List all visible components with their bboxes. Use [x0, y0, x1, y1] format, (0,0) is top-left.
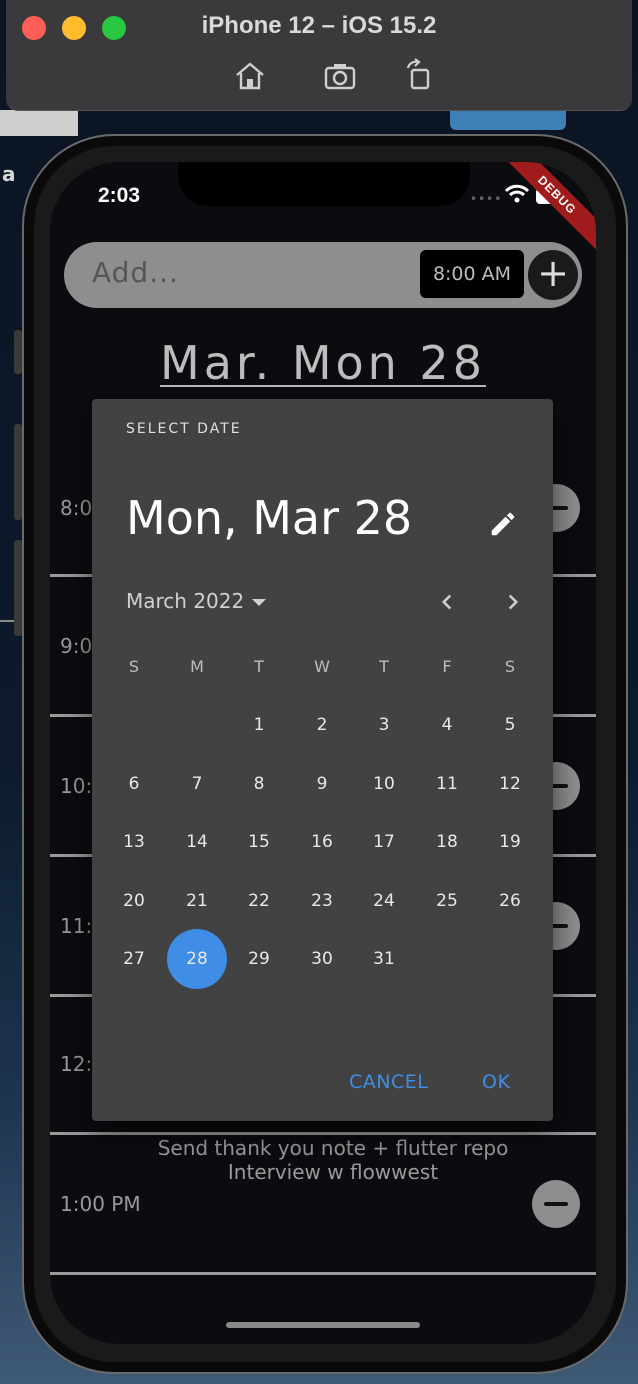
weekday-header: M [190, 657, 204, 676]
calendar-day[interactable]: 12 [480, 764, 540, 804]
calendar-day[interactable]: 21 [167, 881, 227, 921]
calendar-day[interactable]: 1 [229, 705, 289, 745]
calendar-day[interactable]: 4 [417, 705, 477, 745]
calendar-day[interactable]: 31 [354, 939, 414, 979]
home-indicator[interactable] [226, 1322, 420, 1328]
add-task-button[interactable]: + [528, 250, 578, 300]
simulator-toolbar: iPhone 12 – iOS 15.2 [6, 0, 632, 111]
calendar-day[interactable]: 22 [229, 881, 289, 921]
cancel-button[interactable]: CANCEL [349, 1071, 428, 1093]
calendar-day[interactable]: 25 [417, 881, 477, 921]
wifi-icon [504, 184, 530, 203]
dropdown-caret-icon[interactable] [252, 599, 266, 606]
time-picker-button[interactable]: 8:00 AM [420, 250, 524, 298]
phone-side-button [14, 330, 22, 374]
weekday-header: T [254, 657, 264, 676]
timeline-row: Send thank you note + flutter repo Inter… [50, 1132, 596, 1272]
calendar-day[interactable]: 26 [480, 881, 540, 921]
calendar-day[interactable]: 27 [104, 939, 164, 979]
row-divider [50, 1272, 596, 1275]
weekday-header: S [504, 657, 516, 676]
calendar-day[interactable]: 13 [104, 822, 164, 862]
desktop-window-fragment [0, 110, 78, 136]
phone-side-button [14, 540, 22, 636]
calendar-day[interactable]: 23 [292, 881, 352, 921]
chevron-right-icon[interactable] [500, 589, 526, 615]
edit-icon[interactable] [488, 509, 518, 539]
calendar-day[interactable]: 20 [104, 881, 164, 921]
calendar-day[interactable]: 24 [354, 881, 414, 921]
selected-date-text: Mon, Mar 28 [126, 491, 413, 545]
cellular-signal-icon: •••• [470, 192, 503, 206]
weekday-header: T [379, 657, 389, 676]
calendar-day[interactable]: 9 [292, 764, 352, 804]
calendar-day[interactable]: 16 [292, 822, 352, 862]
calendar-day[interactable]: 7 [167, 764, 227, 804]
calendar-day[interactable]: 8 [229, 764, 289, 804]
row-divider [50, 1132, 596, 1135]
calendar-day[interactable]: 14 [167, 822, 227, 862]
weekday-header: S [128, 657, 140, 676]
rotate-icon[interactable] [402, 58, 438, 94]
weekday-header: W [314, 657, 330, 676]
home-icon[interactable] [232, 58, 268, 94]
calendar-day[interactable]: 3 [354, 705, 414, 745]
task-item[interactable]: Interview w flowwest [50, 1160, 596, 1184]
calendar-day[interactable]: 10 [354, 764, 414, 804]
add-task-bar: Add... 8:00 AM + [64, 242, 582, 308]
calendar-day[interactable]: 5 [480, 705, 540, 745]
phone-notch [178, 162, 470, 206]
ok-button[interactable]: OK [482, 1071, 510, 1093]
date-picker-dialog: SELECT DATE Mon, Mar 28 March 2022 S M T W T… [92, 399, 553, 1121]
calendar-day[interactable]: 6 [104, 764, 164, 804]
add-task-input[interactable]: Add... [92, 256, 179, 289]
timeline-time-label: 8:0 [60, 496, 93, 520]
calendar-day[interactable]: 18 [417, 822, 477, 862]
task-item[interactable]: Send thank you note + flutter repo [50, 1136, 596, 1160]
timeline-time-label: 9:0 [60, 634, 93, 658]
calendar-day[interactable]: 15 [229, 822, 289, 862]
chevron-left-icon[interactable] [434, 589, 460, 615]
desktop-window-fragment [450, 110, 566, 130]
calendar-day[interactable]: 11 [417, 764, 477, 804]
calendar-day[interactable]: 29 [229, 939, 289, 979]
screenshot-icon[interactable] [322, 58, 358, 94]
timeline-time-label: 1:00 PM [60, 1192, 141, 1216]
calendar-day-selected[interactable]: 28 [167, 939, 227, 979]
date-heading-button[interactable]: Mar. Mon 28 [50, 336, 596, 390]
phone-side-button [14, 424, 22, 520]
calendar-day[interactable]: 2 [292, 705, 352, 745]
simulator-title: iPhone 12 – iOS 15.2 [201, 12, 437, 39]
remove-task-button[interactable] [532, 1180, 580, 1228]
weekday-header: F [442, 657, 452, 676]
calendar-day[interactable]: 19 [480, 822, 540, 862]
dialog-help-text: SELECT DATE [126, 421, 242, 437]
desktop-text-fragment: a [2, 162, 16, 186]
status-bar-time: 2:03 [98, 184, 141, 207]
timeline-row [50, 1272, 596, 1344]
plus-icon: + [537, 251, 569, 295]
calendar-day[interactable]: 17 [354, 822, 414, 862]
month-year-selector[interactable]: March 2022 [126, 589, 244, 613]
calendar-day[interactable]: 30 [292, 939, 352, 979]
